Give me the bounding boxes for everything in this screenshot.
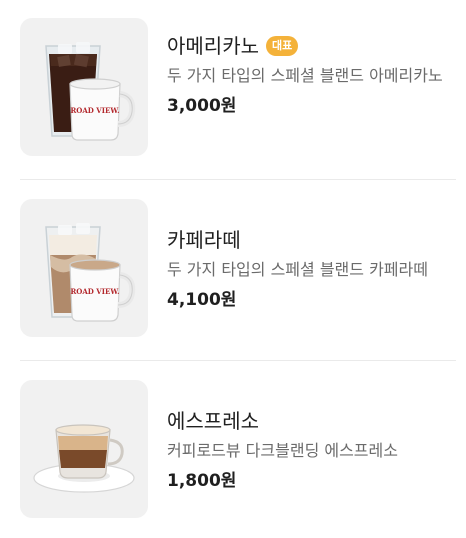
americano-price: 3,000원 — [167, 96, 237, 116]
americano-info: 아메리카노 대표 두 가지 타입의 스페셜 블랜드 아메리카노 3,000원 — [167, 31, 452, 118]
americano-mug-label: ROAD VIEW. — [70, 106, 119, 115]
americano-name: 아메리카노 — [167, 34, 259, 58]
menu-item-cafe-latte[interactable]: ROAD VIEW. 카페라떼 두 가지 타입의 스페셜 블랜드 카페라떼 4,… — [0, 199, 466, 349]
cafe-latte-info: 카페라떼 두 가지 타입의 스페셜 블랜드 카페라떼 4,100원 — [167, 225, 452, 312]
espresso-info: 에스프레소 커피로드뷰 다크블랜딩 에스프레소 1,800원 — [167, 406, 452, 493]
cafe-latte-name: 카페라떼 — [167, 228, 241, 252]
menu-item-americano[interactable]: ROAD VIEW. 아메리카노 대표 두 가지 타입의 스페셜 블랜드 아메리… — [0, 18, 466, 168]
menu-divider — [20, 360, 456, 361]
espresso-image — [33, 424, 135, 493]
espresso-thumbnail — [20, 380, 148, 518]
menu-divider — [20, 179, 456, 180]
americano-description: 두 가지 타입의 스페셜 블랜드 아메리카노 — [167, 66, 443, 85]
americano-image: ROAD VIEW. — [45, 42, 136, 141]
cafe-latte-mug-label: ROAD VIEW. — [70, 287, 119, 296]
americano-thumbnail: ROAD VIEW. — [20, 18, 148, 156]
americano-name-row: 아메리카노 대표 — [167, 31, 452, 61]
espresso-name: 에스프레소 — [167, 409, 259, 433]
espresso-price: 1,800원 — [167, 471, 237, 491]
cafe-latte-thumbnail: ROAD VIEW. — [20, 199, 148, 337]
signature-badge: 대표 — [266, 36, 299, 56]
cafe-latte-image: ROAD VIEW. — [45, 223, 136, 322]
cafe-latte-price: 4,100원 — [167, 290, 237, 310]
menu-item-espresso[interactable]: 에스프레소 커피로드뷰 다크블랜딩 에스프레소 1,800원 — [0, 380, 466, 530]
cafe-latte-name-row: 카페라떼 — [167, 225, 452, 255]
espresso-description: 커피로드뷰 다크블랜딩 에스프레소 — [167, 441, 398, 460]
menu-list: ROAD VIEW. 아메리카노 대표 두 가지 타입의 스페셜 블랜드 아메리… — [0, 0, 466, 538]
cafe-latte-description: 두 가지 타입의 스페셜 블랜드 카페라떼 — [167, 260, 428, 279]
espresso-name-row: 에스프레소 — [167, 406, 452, 436]
